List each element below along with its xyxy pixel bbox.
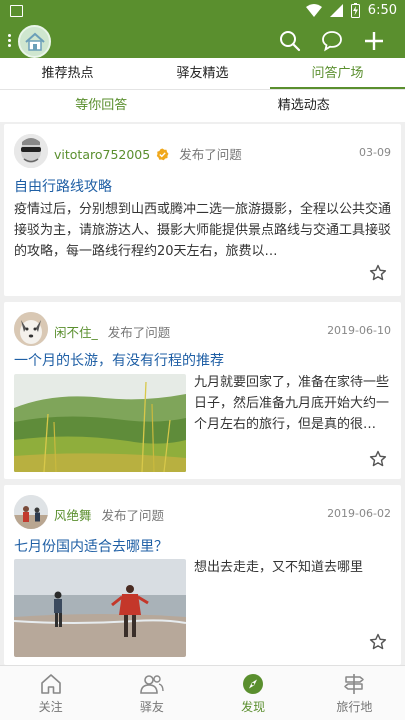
status-time: 6:50 [367,3,397,18]
post-author: vitotaro752005 发布了问题 [54,144,242,163]
add-button[interactable] [360,28,388,54]
avatar[interactable] [14,495,48,529]
post-action: 发布了问题 [107,325,171,340]
app-bar [0,24,405,58]
username[interactable]: vitotaro752005 [54,147,150,162]
search-icon [280,31,301,52]
signal-icon [329,4,343,17]
top-tabs: 推荐热点 驿友精选 问答广场 [0,58,405,90]
question-card[interactable]: vitotaro752005 发布了问题 03-09 自由行路线攻略 疫情过后，… [4,124,401,296]
post-author: 闲不住_ 发布了问题 [54,322,170,341]
nav-discover[interactable]: 发现 [203,666,304,720]
avatar[interactable] [14,312,48,346]
question-body: 九月就要回家了，准备在家待一些日子，然后准备九月底开始大约一个月左右的旅行，但是… [194,375,390,432]
compass-icon [243,674,264,694]
nav-destinations[interactable]: 旅行地 [304,666,405,720]
chat-bubble-icon [322,31,342,52]
question-card[interactable]: 闲不住_ 发布了问题 2019-06-10 一个月的长游，有没有行程的推荐 九月… [4,302,401,479]
plus-icon [365,32,383,50]
tab-featured-friends[interactable]: 驿友精选 [135,58,270,89]
tab-selected-updates[interactable]: 精选动态 [203,90,405,122]
post-date: 2019-06-02 [327,507,391,520]
post-action: 发布了问题 [179,147,242,162]
nav-label: 驿友 [139,700,164,714]
wifi-icon [305,4,322,17]
post-date: 2019-06-10 [327,324,391,337]
message-button[interactable] [318,28,346,54]
favorite-star-icon[interactable] [369,264,387,282]
favorite-star-icon[interactable] [369,633,387,651]
nav-follow[interactable]: 关注 [0,666,101,720]
question-card[interactable]: 风绝舞 发布了问题 2019-06-02 七月份国内适合去哪里？ 想出去走走，又… [4,485,401,665]
menu-icon[interactable] [8,32,14,50]
search-button[interactable] [276,28,304,54]
people-icon [140,675,164,694]
post-date: 03-09 [359,146,391,159]
post-author: 风绝舞 发布了问题 [54,505,164,524]
username[interactable]: 风绝舞 [54,508,92,523]
status-bar: 6:50 [0,0,405,24]
battery-icon [350,3,360,18]
nav-friends[interactable]: 驿友 [101,666,202,720]
post-action: 发布了问题 [101,508,165,523]
image-notification-icon [10,5,23,17]
question-title[interactable]: 七月份国内适合去哪里？ [14,536,168,556]
signpost-icon [344,674,365,694]
question-title[interactable]: 一个月的长游，有没有行程的推荐 [14,350,224,370]
nav-label: 关注 [38,700,63,714]
sub-tabs: 等你回答 精选动态 [0,90,405,122]
favorite-star-icon[interactable] [369,450,387,468]
tab-waiting-answer[interactable]: 等你回答 [0,90,203,122]
post-image[interactable] [14,559,186,657]
home-icon [40,674,61,694]
question-feed: vitotaro752005 发布了问题 03-09 自由行路线攻略 疫情过后，… [0,124,405,665]
nav-label: 旅行地 [336,700,373,714]
question-title[interactable]: 自由行路线攻略 [14,176,112,196]
question-body: 想出去走走，又不知道去哪里 [194,560,364,575]
app-logo[interactable] [18,25,51,58]
question-body: 疫情过后，分别想到山西或腾冲二选一旅游摄影，全程以公共交通接驳为主，请旅游达人、… [14,202,392,259]
username[interactable]: 闲不住_ [54,325,98,340]
tab-qa-plaza[interactable]: 问答广场 [270,58,405,89]
bottom-navigation: 关注 驿友 发现 旅行地 [0,665,405,720]
verified-badge-icon [157,148,169,161]
tab-recommended[interactable]: 推荐热点 [0,58,135,89]
post-image[interactable] [14,374,186,472]
nav-label: 发现 [241,700,266,714]
avatar[interactable] [14,134,48,168]
house-logo-icon [24,32,45,51]
